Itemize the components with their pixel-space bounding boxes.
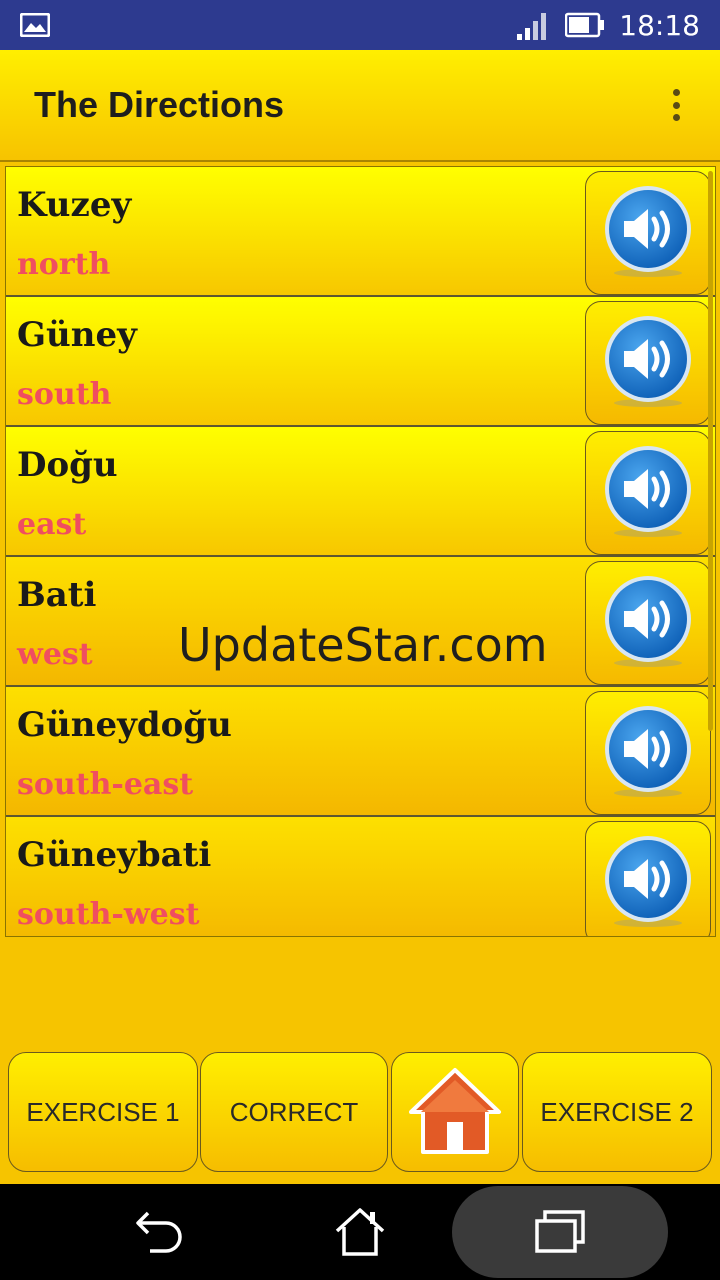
home-nav-button[interactable] [320, 1184, 400, 1280]
home-icon [409, 1068, 501, 1154]
word-list[interactable]: Kuzey north Güney south Doğu east Bati w… [5, 166, 716, 937]
english-translation: south-east [17, 767, 194, 802]
exercise-2-button[interactable]: EXERCISE 2 [522, 1052, 712, 1172]
english-translation: east [17, 507, 87, 542]
navigation-bar [0, 1184, 720, 1280]
bottom-toolbar: EXERCISE 1 CORRECT EXERCISE 2 [0, 1050, 720, 1176]
speaker-icon [605, 706, 691, 797]
list-item[interactable]: Kuzey north [6, 167, 715, 297]
list-item[interactable]: Güneybati south-west [6, 817, 715, 936]
correct-button[interactable]: CORRECT [200, 1052, 388, 1172]
action-bar: The Directions [0, 50, 720, 162]
home-button[interactable] [391, 1052, 519, 1172]
list-item[interactable]: Güney south [6, 297, 715, 427]
play-sound-button[interactable] [585, 691, 711, 815]
english-translation: south [17, 377, 112, 412]
back-button[interactable] [120, 1184, 200, 1280]
status-time: 18:18 [619, 8, 700, 42]
speaker-icon [605, 446, 691, 537]
play-sound-button[interactable] [585, 821, 711, 936]
page-title: The Directions [34, 84, 285, 125]
turkish-word: Güneybati [17, 835, 212, 875]
recents-button[interactable] [520, 1184, 600, 1280]
speaker-icon [605, 836, 691, 927]
speaker-icon [605, 316, 691, 407]
gallery-icon [20, 13, 50, 37]
home-nav-icon [335, 1208, 385, 1256]
signal-icon [517, 13, 547, 40]
recents-icon [535, 1210, 585, 1253]
scrollbar[interactable] [708, 171, 713, 731]
english-translation: west [17, 637, 93, 672]
turkish-word: Doğu [17, 445, 118, 485]
back-icon [136, 1211, 182, 1253]
speaker-icon [605, 186, 691, 277]
play-sound-button[interactable] [585, 561, 711, 685]
status-bar: 18:18 [0, 0, 720, 50]
turkish-word: Güney [17, 315, 137, 355]
list-item[interactable]: Güneydoğu south-east [6, 687, 715, 817]
speaker-icon [605, 576, 691, 667]
turkish-word: Güneydoğu [17, 705, 232, 745]
overflow-menu-icon[interactable] [666, 85, 686, 125]
turkish-word: Kuzey [17, 185, 132, 225]
play-sound-button[interactable] [585, 301, 711, 425]
english-translation: north [17, 247, 111, 282]
play-sound-button[interactable] [585, 431, 711, 555]
play-sound-button[interactable] [585, 171, 711, 295]
english-translation: south-west [17, 897, 200, 932]
exercise-1-button[interactable]: EXERCISE 1 [8, 1052, 198, 1172]
battery-icon [565, 12, 605, 38]
turkish-word: Bati [17, 575, 97, 615]
list-item[interactable]: Doğu east [6, 427, 715, 557]
watermark: UpdateStar.com [178, 618, 548, 672]
